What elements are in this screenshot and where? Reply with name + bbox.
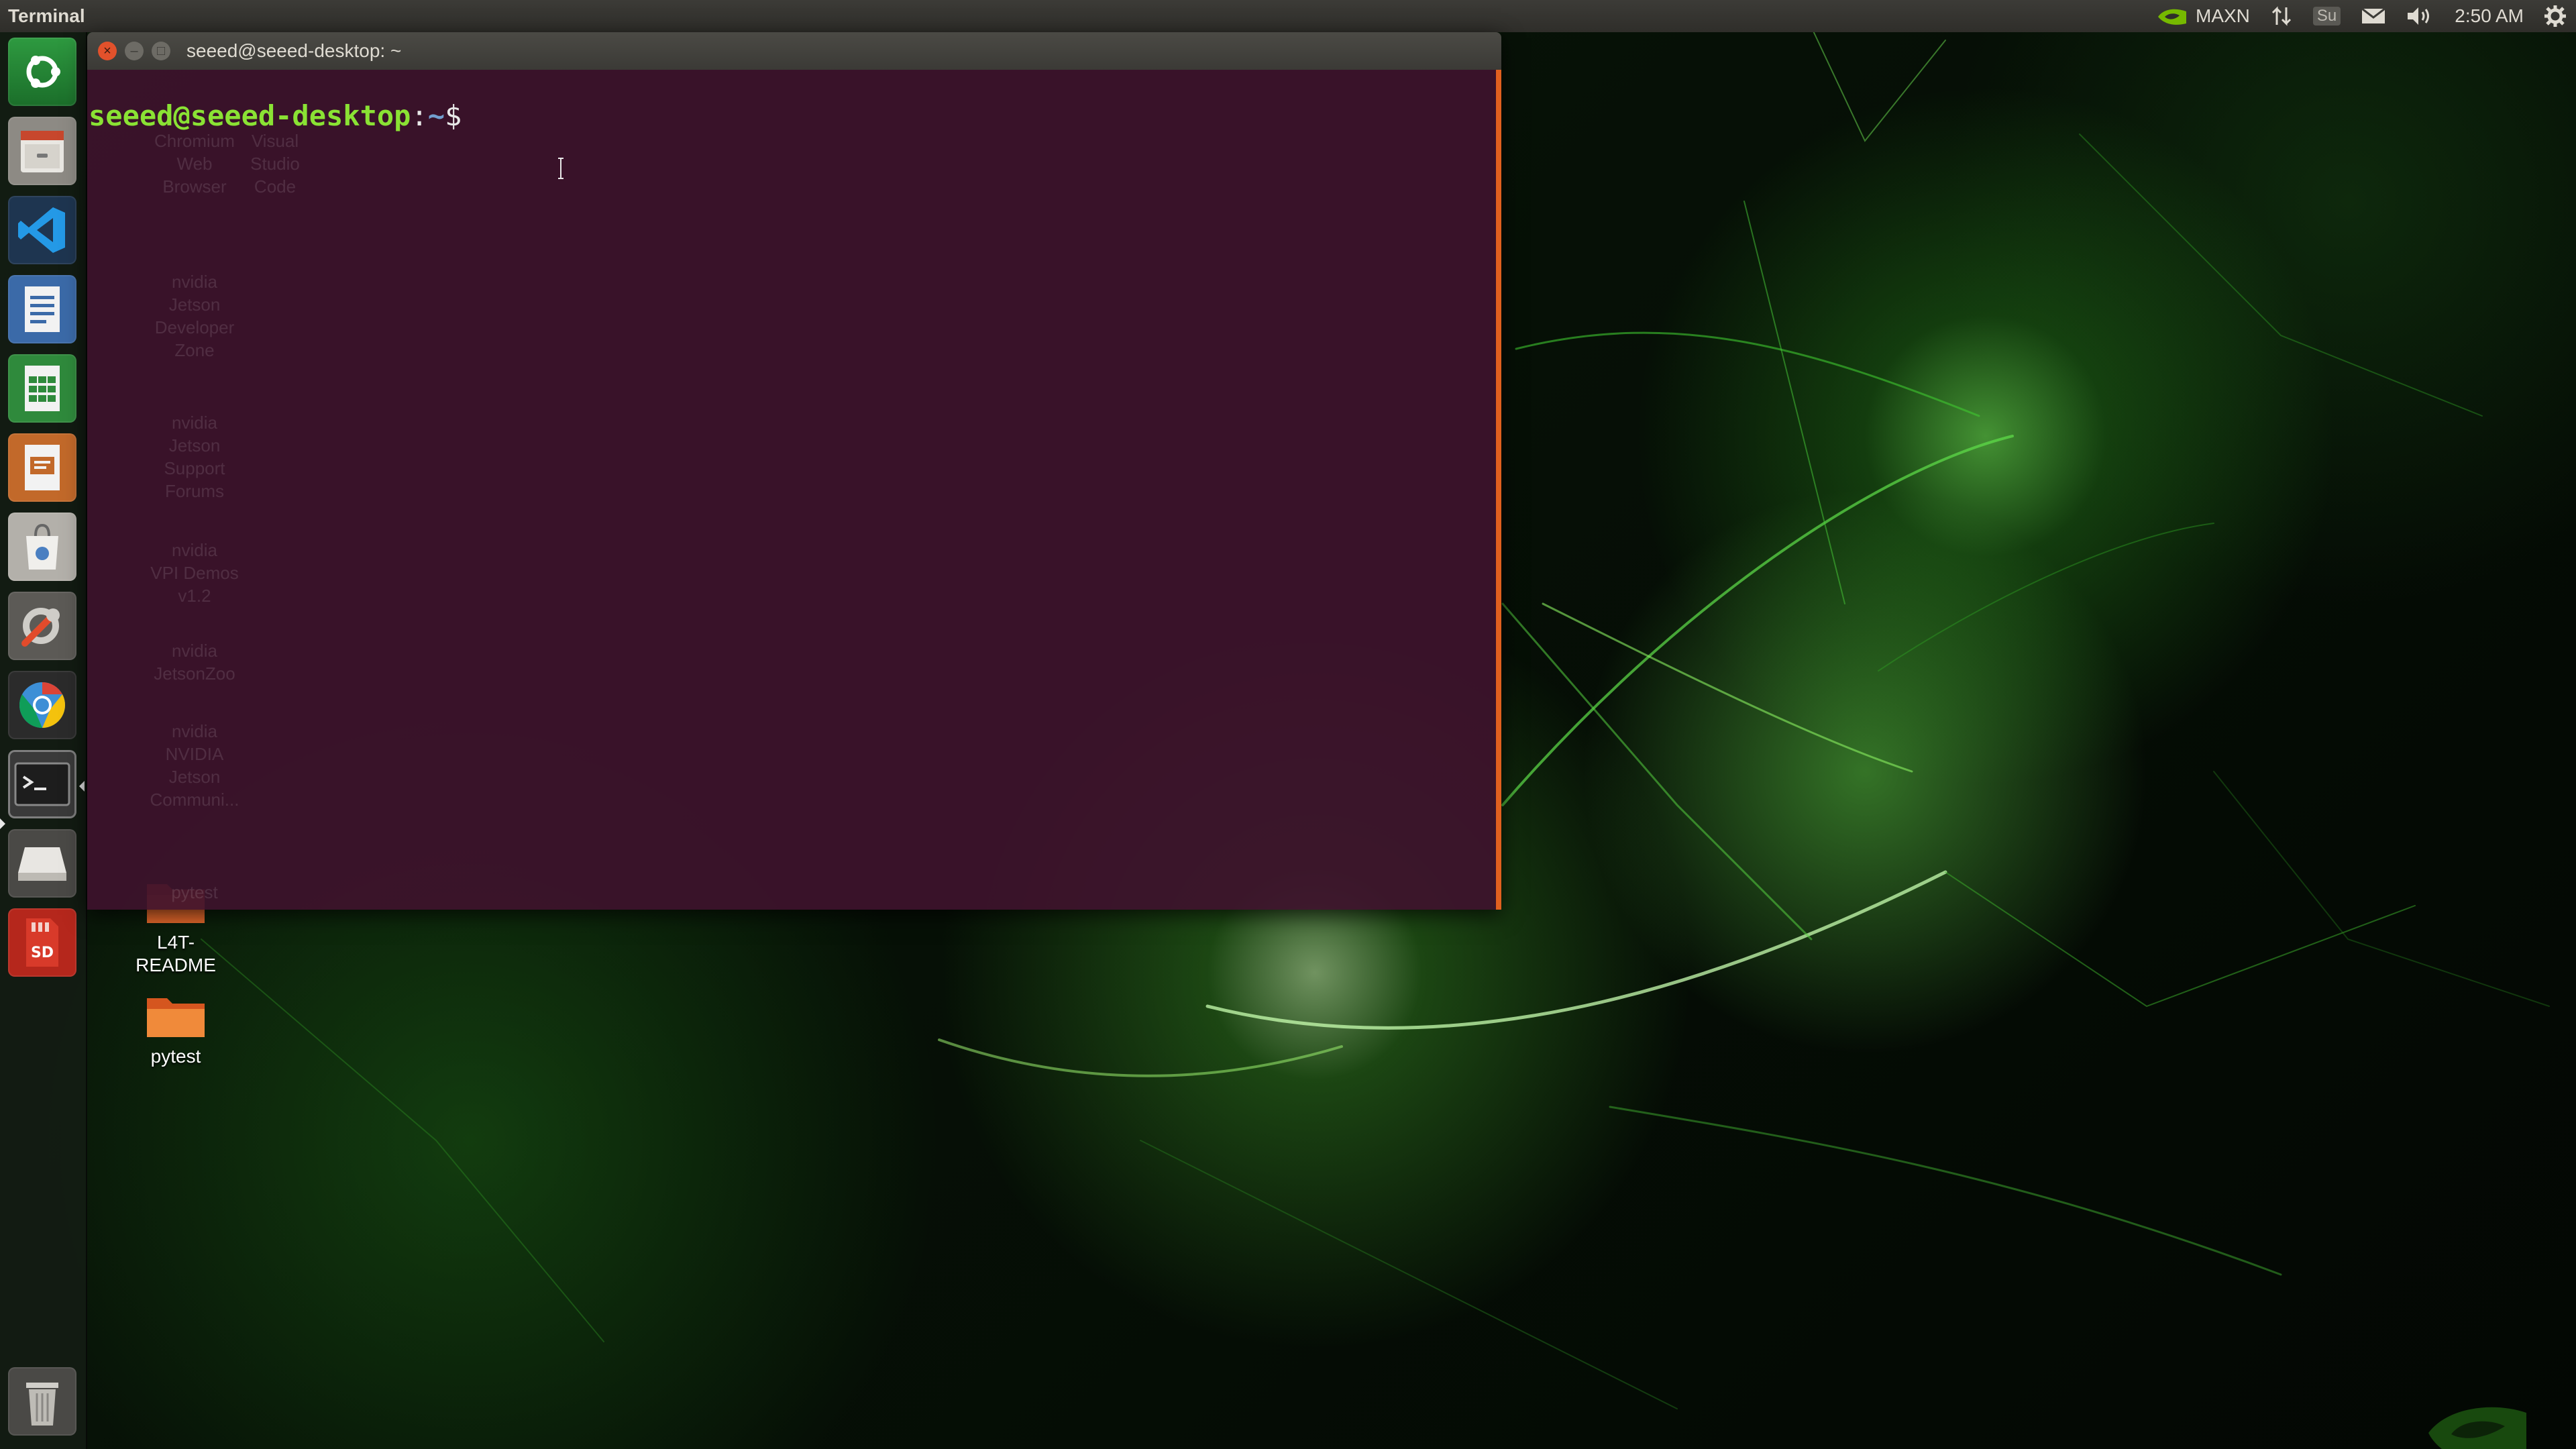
launcher-chromium[interactable] bbox=[8, 671, 76, 739]
wrench-icon bbox=[21, 608, 60, 647]
clock[interactable]: 2:50 AM bbox=[2455, 5, 2524, 27]
chromium-icon bbox=[19, 682, 65, 728]
translucent-desktop-reflection: Chromium Web Browser Visual Studio Code … bbox=[87, 70, 300, 910]
ghost-label: pytest bbox=[171, 882, 218, 902]
text-cursor-icon bbox=[558, 158, 564, 179]
spreadsheet-icon bbox=[25, 366, 60, 411]
launcher-writer[interactable] bbox=[8, 275, 76, 343]
svg-text:SD: SD bbox=[31, 945, 54, 961]
close-button[interactable]: × bbox=[98, 42, 117, 60]
document-icon bbox=[25, 286, 60, 332]
terminal-focused-pip bbox=[79, 781, 85, 792]
launcher-ubuntu-dash[interactable] bbox=[8, 38, 76, 106]
terminal-content[interactable]: Chromium Web Browser Visual Studio Code … bbox=[87, 70, 1501, 910]
ghost-label: JetsonZoo bbox=[154, 663, 235, 684]
sd-card-icon: SD bbox=[26, 918, 58, 967]
launcher-calc[interactable] bbox=[8, 354, 76, 423]
launcher-trash[interactable] bbox=[8, 1367, 76, 1436]
launcher-software[interactable] bbox=[8, 513, 76, 581]
launcher-sd-card[interactable]: SD bbox=[8, 908, 76, 977]
desktop-icon-label-line: README bbox=[136, 955, 216, 975]
ghost-label: Code bbox=[254, 176, 297, 197]
ubuntu-logo-icon bbox=[26, 56, 60, 88]
maximize-button[interactable]: □ bbox=[152, 42, 170, 60]
ghost-label: Studio bbox=[250, 154, 300, 174]
power-mode-label: MAXN bbox=[2196, 5, 2250, 26]
mail-icon bbox=[2361, 7, 2386, 23]
launcher-files[interactable] bbox=[8, 117, 76, 185]
network-icon bbox=[2271, 6, 2291, 26]
launcher-impress[interactable] bbox=[8, 433, 76, 502]
launcher-vscode[interactable] bbox=[8, 196, 76, 264]
ghost-label: Support bbox=[164, 458, 225, 478]
terminal-icon bbox=[14, 762, 70, 806]
prompt-user-host: seeed@seeed-desktop bbox=[89, 99, 411, 132]
launcher-drive[interactable] bbox=[8, 829, 76, 898]
file-cabinet-icon bbox=[21, 131, 64, 172]
volume-icon bbox=[2408, 7, 2430, 25]
network-indicator[interactable] bbox=[2270, 5, 2293, 28]
ghost-label: Jetson bbox=[168, 294, 221, 315]
prompt-path: ~ bbox=[427, 99, 445, 132]
ghost-label: VPI Demos bbox=[150, 563, 239, 583]
shell-prompt: seeed@seeed-desktop:~$ bbox=[89, 99, 462, 132]
ghost-label: Zone bbox=[174, 340, 215, 360]
keyboard-icon: Su bbox=[2312, 7, 2341, 25]
ghost-label: NVIDIA bbox=[165, 744, 224, 764]
ghost-label: nvidia bbox=[172, 641, 217, 661]
desktop-icon-label-line: pytest bbox=[150, 1046, 201, 1067]
ghost-label: nvidia bbox=[172, 272, 217, 292]
vscode-icon bbox=[18, 207, 65, 253]
presentation-icon bbox=[25, 445, 60, 490]
trash-icon bbox=[26, 1383, 58, 1426]
launcher-terminal[interactable] bbox=[8, 750, 76, 818]
terminal-running-pip bbox=[0, 818, 5, 829]
nvidia-watermark-icon bbox=[2428, 1407, 2526, 1449]
indicator-area: MAXN Su 2:50 AM bbox=[2155, 0, 2567, 32]
ghost-label: nvidia bbox=[172, 540, 217, 560]
desktop-icon-label-line: L4T- bbox=[156, 932, 195, 953]
ghost-label: Developer bbox=[154, 317, 235, 337]
prompt-symbol: $ bbox=[445, 99, 462, 132]
ghost-label: Jetson bbox=[168, 767, 221, 787]
gear-icon bbox=[2544, 5, 2566, 27]
ghost-label: Forums bbox=[164, 481, 225, 501]
ghost-label: nvidia bbox=[172, 721, 217, 741]
ghost-label: Visual bbox=[251, 131, 299, 151]
sound-indicator[interactable] bbox=[2406, 5, 2434, 28]
launcher: SD bbox=[0, 32, 87, 1449]
terminal-window-title: seeed@seeed-desktop: ~ bbox=[186, 40, 402, 61]
active-app-title: Terminal bbox=[8, 5, 85, 26]
nvidia-power-indicator[interactable]: MAXN bbox=[2155, 5, 2250, 28]
minimize-button[interactable]: – bbox=[125, 42, 144, 60]
nvidia-logo-icon bbox=[2158, 9, 2186, 25]
desktop-icon-pytest[interactable]: pytest bbox=[115, 993, 236, 1068]
ghost-label: nvidia bbox=[172, 413, 217, 433]
session-indicator[interactable] bbox=[2544, 5, 2567, 28]
folder-icon bbox=[147, 998, 205, 1037]
drive-icon bbox=[18, 847, 66, 881]
launcher-settings[interactable] bbox=[8, 592, 76, 660]
ghost-label: Communi... bbox=[150, 790, 239, 810]
messaging-indicator[interactable] bbox=[2361, 7, 2386, 25]
keyboard-indicator[interactable]: Su bbox=[2312, 7, 2341, 25]
terminal-titlebar[interactable]: × – □ seeed@seeed-desktop: ~ bbox=[87, 32, 1501, 70]
terminal-window[interactable]: × – □ seeed@seeed-desktop: ~ Chromium We… bbox=[87, 32, 1501, 910]
shopping-bag-icon bbox=[26, 523, 58, 570]
top-panel: Terminal MAXN Su 2:50 AM bbox=[0, 0, 2576, 32]
prompt-separator: : bbox=[411, 99, 428, 132]
ghost-label: Jetson bbox=[168, 435, 221, 455]
ghost-label: v1.2 bbox=[178, 586, 211, 606]
